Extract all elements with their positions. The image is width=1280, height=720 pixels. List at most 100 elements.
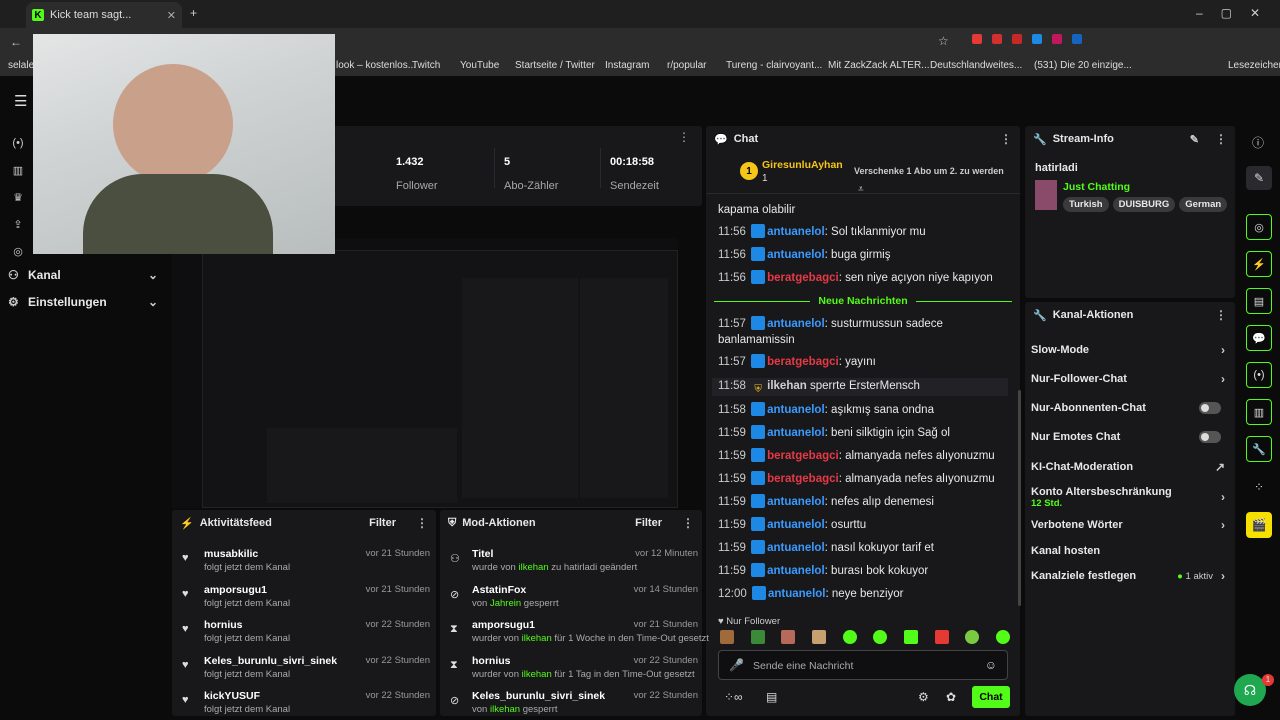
clip-icon[interactable]: ◎ bbox=[11, 244, 25, 258]
sidebar-item-kanal[interactable]: ⚇ Kanal ⌄ bbox=[8, 268, 158, 282]
dashboard-icon[interactable]: ▥ bbox=[11, 163, 25, 177]
more-icon[interactable]: ⋮ bbox=[678, 130, 690, 144]
dots-icon[interactable]: ⁘ bbox=[1254, 480, 1264, 494]
emotes-chat-toggle[interactable] bbox=[1199, 431, 1221, 443]
browser-tab[interactable]: K Kick team sagt... ✕ bbox=[26, 2, 182, 28]
follower-chat-row[interactable]: Nur-Follower-Chat › bbox=[1031, 372, 1225, 386]
activity-username[interactable]: amporsugu1 bbox=[204, 584, 267, 596]
bookmark-item[interactable]: Tureng - clairvoyant... bbox=[726, 60, 822, 71]
stream-tag[interactable]: German bbox=[1179, 197, 1228, 212]
scroll-down-icon[interactable]: ⩡ bbox=[858, 184, 864, 195]
mod-action-target[interactable]: AstatinFox bbox=[472, 584, 526, 596]
bookmark-item[interactable]: Mit ZackZack ALTER... bbox=[828, 60, 930, 71]
info-icon[interactable]: ⓘ bbox=[1252, 134, 1264, 151]
bookmark-item[interactable]: (531) Die 20 einzige... bbox=[1034, 60, 1132, 71]
more-icon[interactable]: ⋮ bbox=[1000, 132, 1012, 146]
live-icon[interactable]: (•) bbox=[11, 136, 25, 150]
mod-action-target[interactable]: Keles_burunlu_sivri_sinek bbox=[472, 690, 605, 702]
sidebar-item-einstellungen[interactable]: ⚙ Einstellungen ⌄ bbox=[8, 295, 158, 309]
clip-tool-icon[interactable]: ◎ bbox=[1246, 214, 1272, 240]
bookmark-item[interactable]: look – kostenlos... bbox=[336, 60, 416, 71]
goals-row[interactable]: Kanalziele festlegen ● 1 aktiv › bbox=[1031, 569, 1225, 583]
mod-action-target[interactable]: hornius bbox=[472, 655, 511, 667]
star-icon[interactable]: ☆ bbox=[938, 34, 949, 48]
extensions-icon[interactable] bbox=[972, 34, 1112, 48]
new-tab-icon[interactable]: + bbox=[190, 6, 197, 20]
chat-username[interactable]: antuanelol bbox=[767, 226, 825, 238]
mod-action-target[interactable]: amporsugu1 bbox=[472, 619, 535, 631]
mod-action-actor[interactable]: ilkehan bbox=[490, 704, 520, 715]
filter-button[interactable]: Filter bbox=[369, 517, 396, 529]
category-name[interactable]: Just Chatting bbox=[1063, 181, 1130, 193]
banned-words-row[interactable]: Verbotene Wörter › bbox=[1031, 518, 1225, 532]
lightning-icon[interactable]: ⚡ bbox=[1246, 251, 1272, 277]
sub-chat-toggle[interactable] bbox=[1199, 402, 1221, 414]
chat-username[interactable]: antuanelol bbox=[767, 249, 825, 261]
chat-scrollbar[interactable] bbox=[1018, 390, 1021, 606]
activity-username[interactable]: hornius bbox=[204, 619, 243, 631]
microphone-icon[interactable]: 🎤 bbox=[729, 658, 744, 672]
mod-action-actor[interactable]: ilkehan bbox=[522, 633, 552, 644]
stream-tag[interactable]: Turkish bbox=[1063, 197, 1109, 212]
chat-username[interactable]: antuanelol bbox=[767, 318, 825, 330]
host-row[interactable]: Kanal hosten bbox=[1031, 545, 1221, 557]
tool-icon[interactable]: 🔧 bbox=[1246, 436, 1272, 462]
back-icon[interactable]: ← bbox=[10, 35, 22, 49]
more-icon[interactable]: ⋮ bbox=[682, 516, 694, 530]
trophy-icon[interactable]: ♛ bbox=[11, 190, 25, 204]
chat-input[interactable]: 🎤 Sende eine Nachricht ☺ bbox=[718, 650, 1008, 680]
chat-username[interactable]: antuanelol bbox=[768, 588, 826, 600]
edit-icon[interactable]: ✎ bbox=[1190, 133, 1199, 146]
pinned-user[interactable]: GiresunluAyhan bbox=[762, 159, 843, 171]
edit-icon[interactable]: ✎ bbox=[1246, 166, 1272, 190]
chat-username[interactable]: beratgebagci bbox=[767, 473, 839, 485]
slow-mode-row[interactable]: Slow-Mode › bbox=[1031, 343, 1225, 357]
chat-username[interactable]: antuanelol bbox=[767, 565, 825, 577]
bookmark-item[interactable]: Deutschlandweites... bbox=[930, 60, 1022, 71]
chat-username[interactable]: beratgebagci bbox=[767, 356, 839, 368]
bookmark-item[interactable]: Lesezeichen bbox=[1228, 60, 1280, 71]
mod-action-target[interactable]: Titel bbox=[472, 548, 493, 560]
emoji-icon[interactable]: ☺ bbox=[985, 658, 997, 672]
chat-username[interactable]: antuanelol bbox=[767, 519, 825, 531]
chat-username[interactable]: antuanelol bbox=[767, 496, 825, 508]
stream-tag[interactable]: DUISBURG bbox=[1112, 197, 1176, 212]
bookmark-item[interactable]: YouTube bbox=[460, 60, 499, 71]
mod-action-actor[interactable]: Jahrein bbox=[490, 598, 521, 609]
activity-username[interactable]: kickYUSUF bbox=[204, 690, 260, 702]
upload-icon[interactable]: ⇪ bbox=[11, 217, 25, 231]
layout-icon[interactable]: ▥ bbox=[1246, 399, 1272, 425]
bookmark-item[interactable]: r/popular bbox=[667, 60, 706, 71]
close-icon[interactable]: ✕ bbox=[167, 9, 176, 22]
chat-username[interactable]: ilkehan bbox=[767, 380, 807, 392]
hamburger-menu-icon[interactable]: ☰ bbox=[14, 92, 27, 110]
chat-username[interactable]: beratgebagci bbox=[767, 272, 839, 284]
more-icon[interactable]: ⋮ bbox=[416, 516, 428, 530]
settings-icon[interactable]: ⚙ bbox=[918, 690, 929, 704]
broadcast-icon[interactable]: (•) bbox=[1246, 362, 1272, 388]
ai-moderation-row[interactable]: KI-Chat-Moderation ↗ bbox=[1031, 460, 1225, 474]
infinity-icon[interactable]: ⁘∞ bbox=[724, 690, 743, 704]
send-chat-button[interactable]: Chat bbox=[972, 686, 1010, 708]
bookmark-item[interactable]: Instagram bbox=[605, 60, 649, 71]
store-icon[interactable]: ▤ bbox=[766, 690, 777, 704]
activity-username[interactable]: musabkilic bbox=[204, 548, 258, 560]
more-icon[interactable]: ⋮ bbox=[1215, 132, 1227, 146]
bookmark-item[interactable]: Startseite / Twitter bbox=[515, 60, 595, 71]
gift-icon[interactable]: ✿ bbox=[946, 690, 956, 704]
mod-action-actor[interactable]: ilkehan bbox=[522, 669, 552, 680]
clapperboard-icon[interactable]: 🎬 bbox=[1246, 512, 1272, 538]
activity-username[interactable]: Keles_burunlu_sivri_sinek bbox=[204, 655, 337, 667]
chat-bubble-icon[interactable]: 💬 bbox=[1246, 325, 1272, 351]
chat-username[interactable]: antuanelol bbox=[767, 542, 825, 554]
more-icon[interactable]: ⋮ bbox=[1215, 308, 1227, 322]
bookmark-item[interactable]: selale bbox=[8, 60, 34, 71]
chat-username[interactable]: antuanelol bbox=[767, 427, 825, 439]
bookmark-item[interactable]: Twitch bbox=[412, 60, 440, 71]
window-controls[interactable]: –▢✕ bbox=[1196, 6, 1278, 20]
mod-action-actor[interactable]: ilkehan bbox=[518, 562, 548, 573]
chat-username[interactable]: beratgebagci bbox=[767, 450, 839, 462]
chat-username[interactable]: antuanelol bbox=[767, 404, 825, 416]
notes-icon[interactable]: ▤ bbox=[1246, 288, 1272, 314]
filter-button[interactable]: Filter bbox=[635, 517, 662, 529]
